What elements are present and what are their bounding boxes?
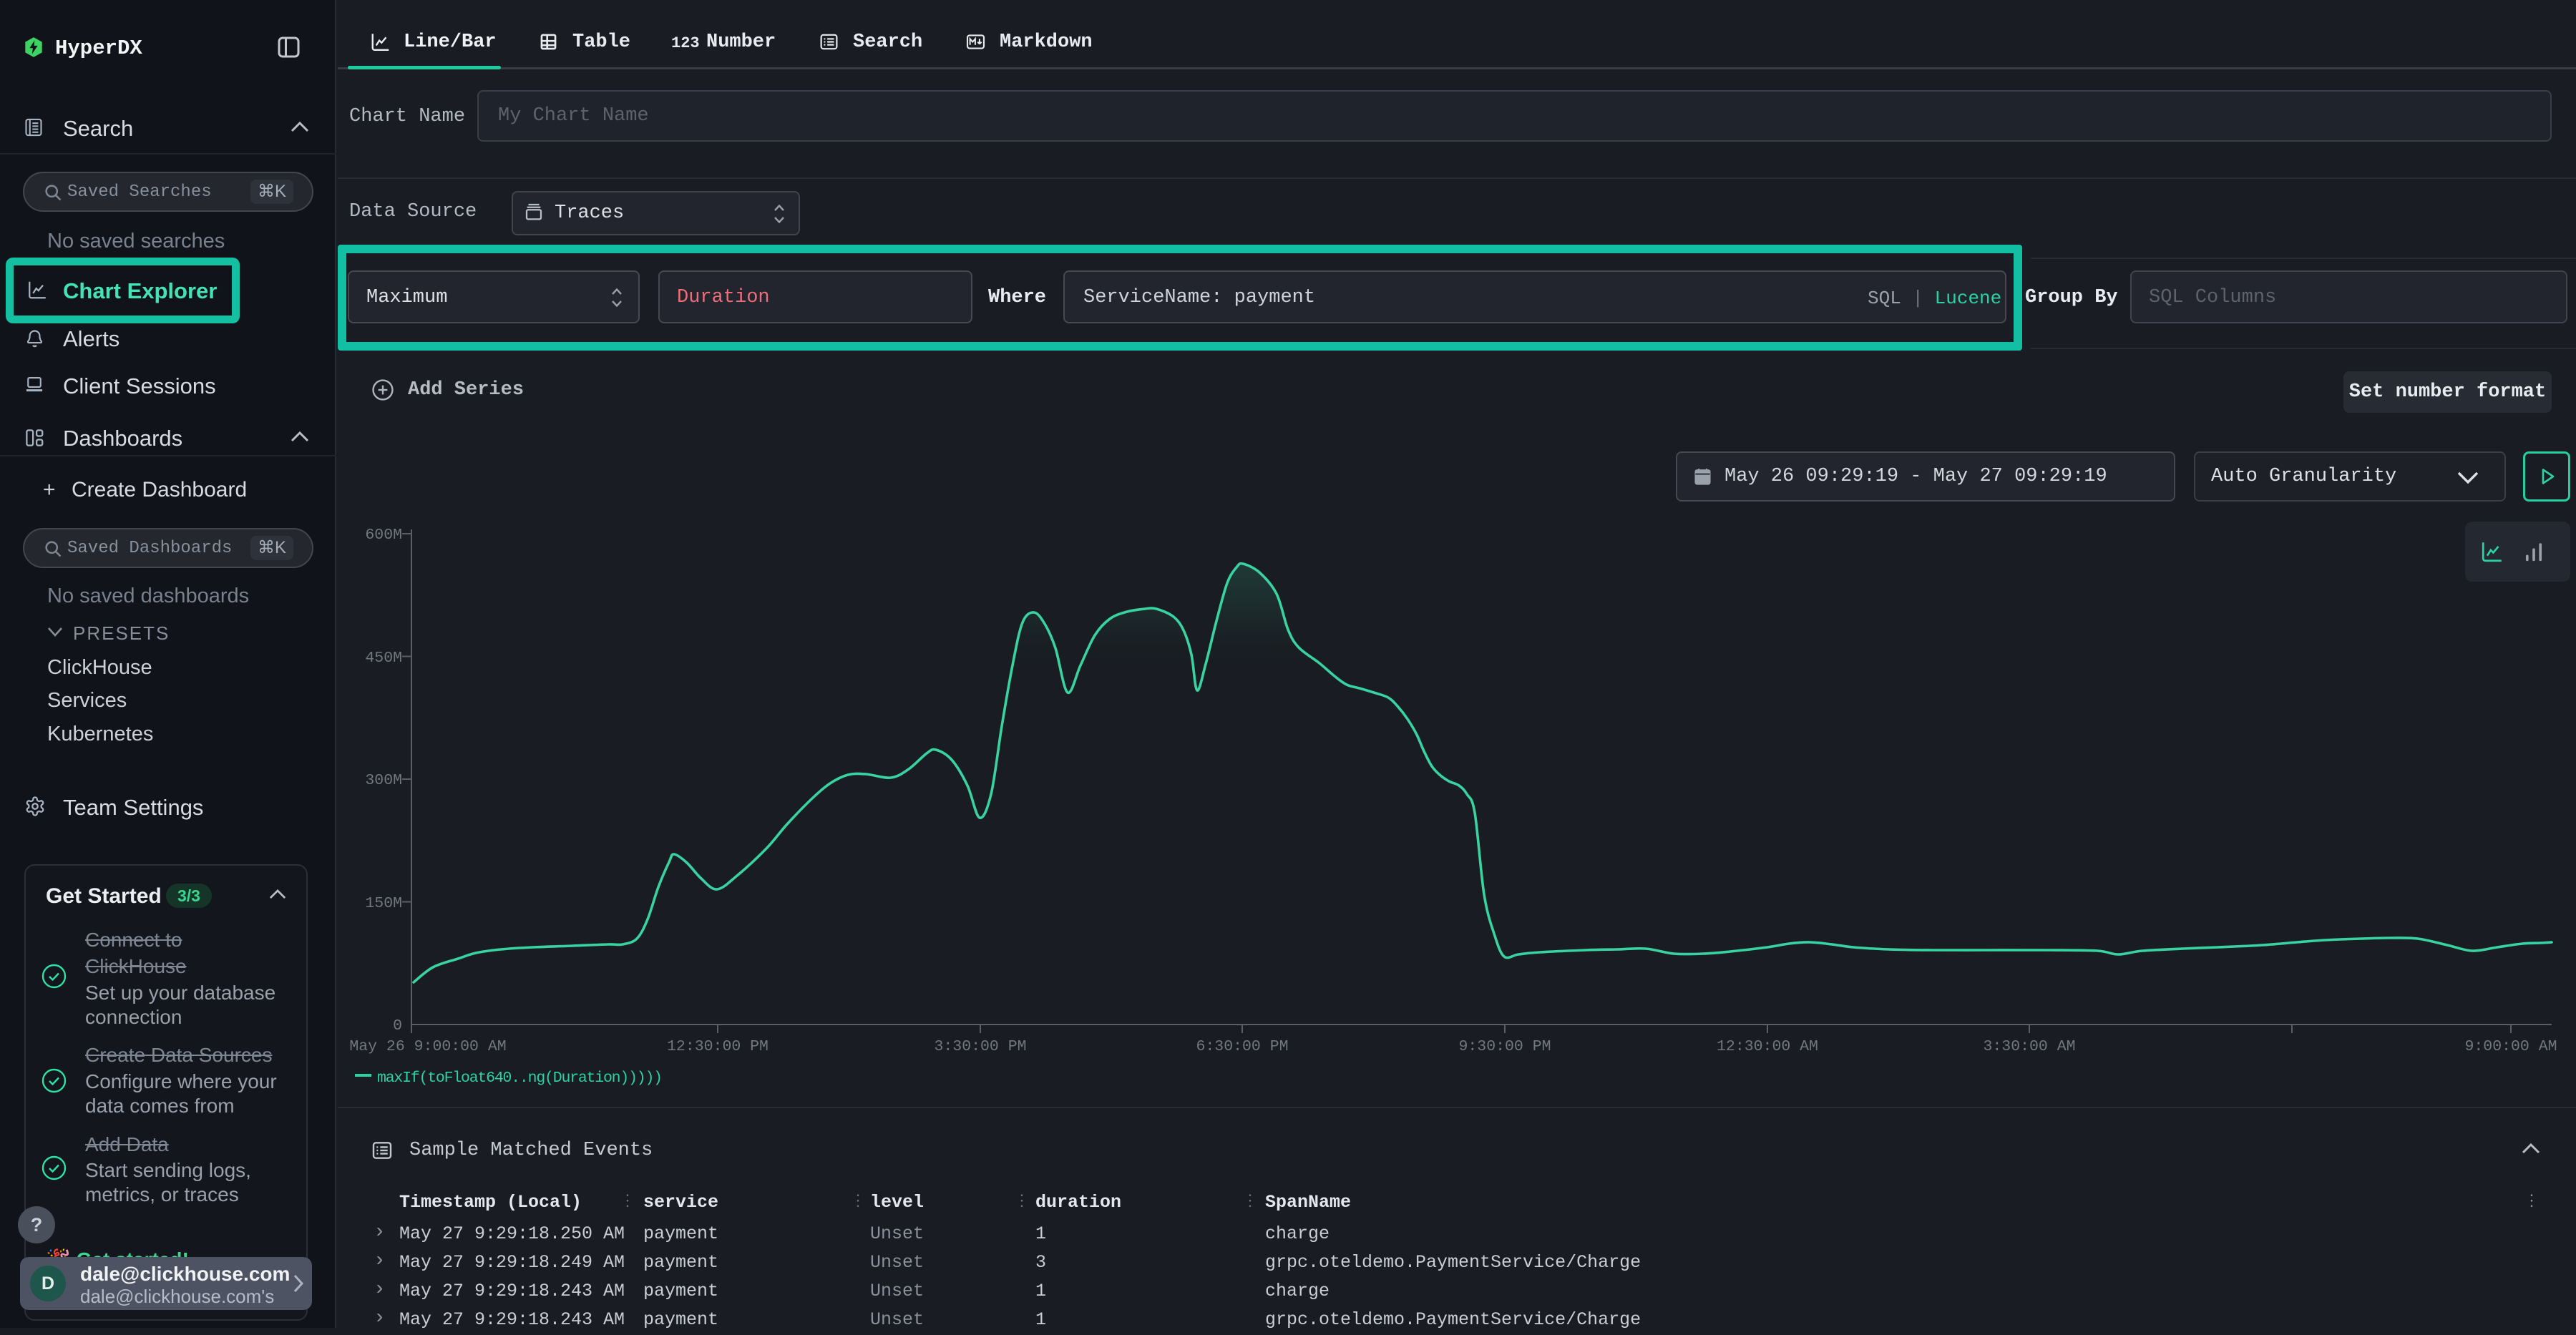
svg-text:3:30:00 PM: 3:30:00 PM <box>934 1038 1026 1055</box>
svg-text:450M: 450M <box>365 650 402 667</box>
svg-text:9:00:00 AM: 9:00:00 AM <box>2464 1038 2557 1055</box>
svg-text:12:30:00 AM: 12:30:00 AM <box>1717 1038 1818 1055</box>
svg-text:maxIf(toFloat640..ng(Duration): maxIf(toFloat640..ng(Duration))))) <box>377 1070 662 1087</box>
svg-text:0: 0 <box>393 1017 402 1035</box>
svg-text:600M: 600M <box>365 527 402 544</box>
svg-text:150M: 150M <box>365 895 402 912</box>
svg-text:9:30:00 PM: 9:30:00 PM <box>1458 1038 1551 1055</box>
svg-text:3:30:00 AM: 3:30:00 AM <box>1983 1038 2075 1055</box>
svg-text:6:30:00 PM: 6:30:00 PM <box>1196 1038 1288 1055</box>
svg-text:12:30:00 PM: 12:30:00 PM <box>667 1038 769 1055</box>
svg-text:May 26 9:00:00 AM: May 26 9:00:00 AM <box>349 1038 506 1055</box>
svg-text:300M: 300M <box>365 772 402 789</box>
